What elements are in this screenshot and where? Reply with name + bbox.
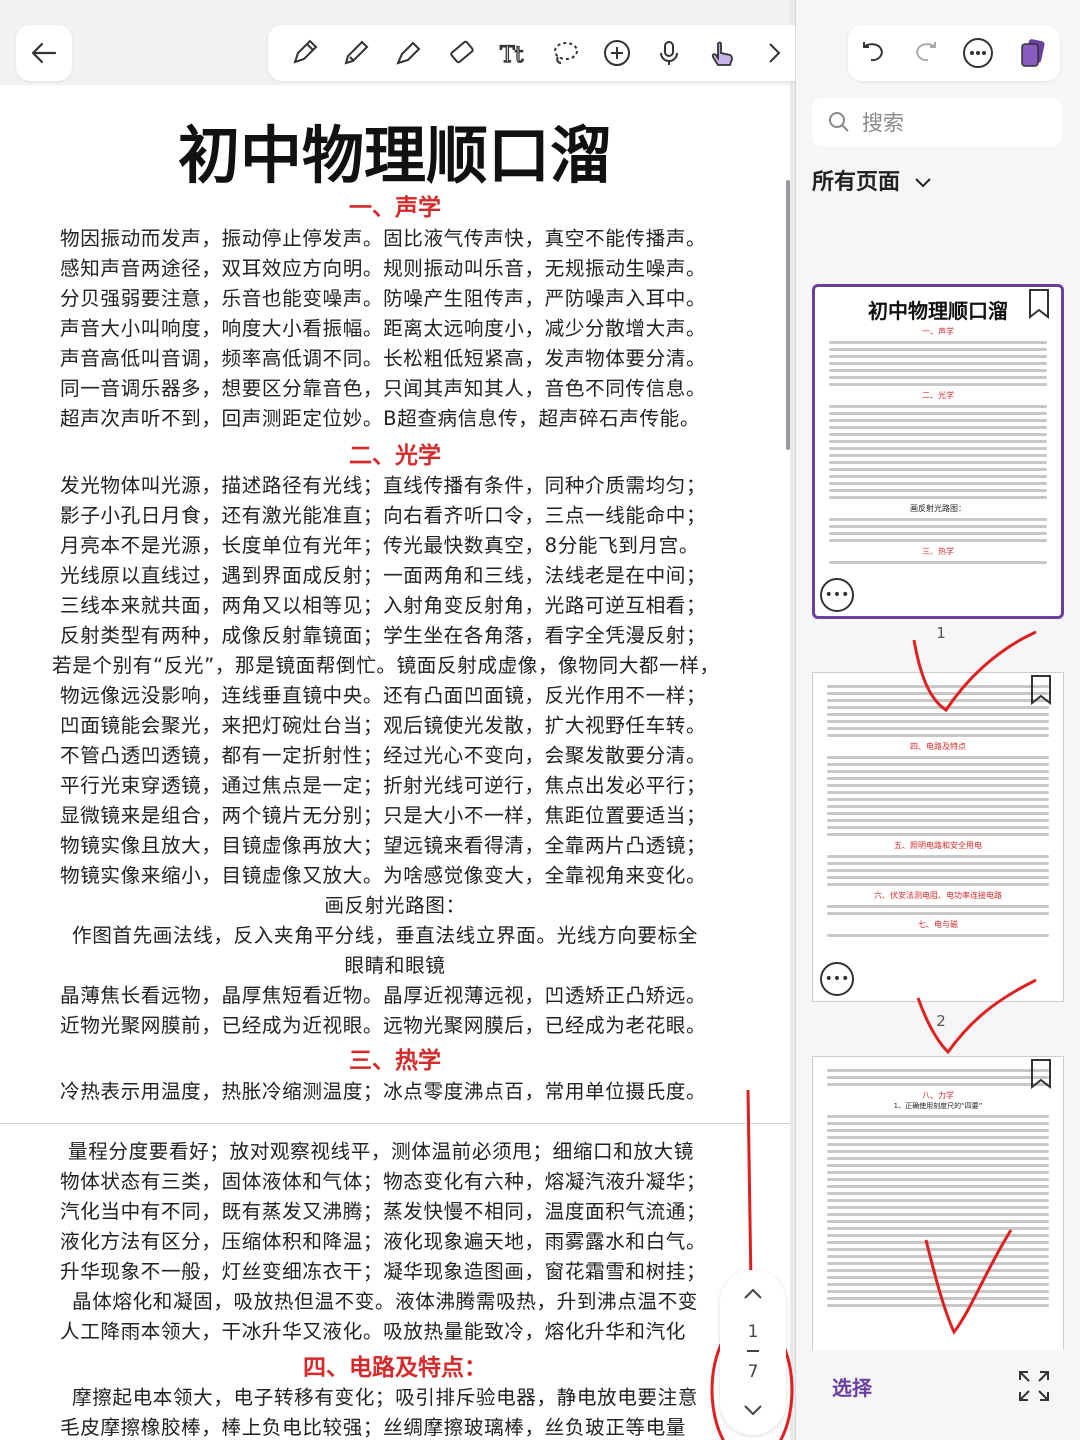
chevron-down-icon [914, 178, 931, 188]
back-button[interactable] [16, 25, 72, 81]
microphone-icon[interactable] [649, 33, 689, 73]
thumbnail-caption: 画反射光路图： [910, 504, 966, 513]
page-separator [0, 1123, 790, 1124]
text-line: 近物光聚网膜前，已经成为近视眼。远物光聚网膜后，已经成为老花眼。 [60, 1014, 707, 1037]
text-line: 晶体熔化和凝固，吸放热但温不变。液体沸腾需吸热，升到沸点温不变 [72, 1290, 699, 1313]
section-heading: 二、光学 [349, 443, 441, 469]
search-input[interactable]: 搜索 [812, 98, 1062, 146]
text-line: 凹面镜能会聚光，来把灯碗灶台当；观后镜使光发散，扩大视野任车转。 [60, 714, 707, 737]
redo-icon[interactable] [911, 39, 939, 67]
pencil-icon[interactable] [336, 33, 376, 73]
page-divider [747, 1350, 759, 1352]
text-line: 感知声音两途径，双耳效应方向明。规则振动叫乐音，无规振动生噪声。 [60, 257, 707, 280]
select-button[interactable]: 选择 [832, 1372, 872, 1401]
text-line: 若是个别有“反光”，那是镜面帮倒忙。镜面反射成虚像，像物同大都一样， [52, 654, 720, 677]
text-line: 物因振动而发声，振动停止停发声。固比液气传声快，真空不能传播声。 [60, 227, 707, 250]
thumbnail-heading: 二、光学 [922, 391, 954, 400]
text-line: 人工降雨本领大，干冰升华又液化。吸放热量能致冷，熔化升华和汽化 [60, 1320, 687, 1343]
search-placeholder: 搜索 [862, 111, 904, 135]
text-line: 分贝强弱要注意，乐音也能变噪声。防噪产生阻传声，严防噪声入耳中。 [60, 287, 707, 310]
current-page-number: 1 [747, 1322, 759, 1342]
text-line: 同一音调乐器多，想要区分靠音色，只闻其声知其人，音色不同传信息。 [60, 377, 707, 400]
bookmark-icon[interactable] [1027, 289, 1051, 319]
text-line: 摩擦起电本领大，电子转移有变化；吸引排斥验电器，静电放电要注意 [72, 1386, 699, 1409]
text-line: 物镜实像来缩小，目镜虚像又放大。为啥感觉像变大，全靠视角来变化。 [60, 864, 707, 887]
text-line: 冷热表示用温度，热胀冷缩测温度；冰点零度沸点百，常用单位摄氏度。 [60, 1080, 707, 1103]
add-icon[interactable] [597, 33, 637, 73]
pages-view-icon[interactable] [1017, 37, 1049, 69]
chevron-right-icon[interactable] [754, 33, 794, 73]
page-thumbnail-1[interactable]: 初中物理顺口溜 一、声学 二、光学 画反射光路图： 三、热学 [812, 284, 1064, 619]
text-line: 物体状态有三类，固体液体和气体；物态变化有六种，熔凝汽液升凝华； [60, 1170, 707, 1193]
sidebar-footer: 选择 [796, 1350, 1080, 1440]
text-line: 物远像远没影响，连线垂直镜中央。还有凸面凹面镜，反光作用不一样； [60, 684, 707, 707]
text-line: 声音高低叫音调，频率高低调不同。长松粗低短紧高，发声物体要分清。 [60, 347, 707, 370]
text-line: 声音大小叫响度，响度大小看振幅。距离太远响度小，减少分散增大声。 [60, 317, 707, 340]
text-line: 不管凸透凹透镜，都有一定折射性；经过光心不变向，会聚发散要分清。 [60, 744, 707, 767]
page-sidebar: 搜索 所有页面 初中物理顺口溜 一、声学 二、光学 画反射光路图： 三、热学 •… [795, 0, 1080, 1440]
total-page-number: 7 [747, 1362, 759, 1382]
text-line: 眼睛和眼镜 [344, 954, 446, 977]
touch-hand-icon[interactable] [702, 33, 742, 73]
page-navigator: 1 7 [720, 1270, 786, 1435]
all-pages-dropdown[interactable]: 所有页面 [812, 164, 932, 196]
page-options-button[interactable]: ••• [820, 962, 854, 996]
thumbnail-heading: 三、热学 [922, 547, 954, 556]
document-title: 初中物理顺口溜 [177, 119, 612, 192]
section-heading: 一、声学 [349, 195, 441, 221]
text-line: 影子小孔日月食，还有激光能准直；向右看齐听口令，三点一线能命中； [60, 504, 707, 527]
chevron-up-icon[interactable] [743, 1286, 763, 1300]
svg-text:Tt: Tt [500, 43, 524, 68]
thumbnail-heading: 一、声学 [922, 327, 954, 336]
page-options-button[interactable]: ••• [820, 578, 854, 612]
text-line: 画反射光路图： [324, 894, 466, 917]
thumbnail-title: 初中物理顺口溜 [868, 299, 1008, 323]
sidebar-toolbar [848, 25, 1060, 81]
search-icon [829, 112, 849, 132]
all-pages-label: 所有页面 [812, 170, 901, 195]
arrow-left-icon [31, 42, 57, 64]
text-line: 量程分度要看好；放对观察视线平，测体温前必须甩；细缩口和放大镜 [68, 1140, 695, 1163]
text-line: 反射类型有两种，成像反射靠镜面；学生坐在各角落，看字全凭漫反射； [60, 624, 707, 647]
undo-icon[interactable] [860, 39, 888, 67]
text-line: 液化方法有区分，压缩体积和降温；液化现象遍天地，雨雾露水和白气。 [60, 1230, 707, 1253]
drawing-toolbox: Tt [268, 25, 810, 81]
text-tool-icon[interactable]: Tt [493, 33, 533, 73]
text-line: 升华现象不一般，灯丝变细冻衣干；凝华现象造图画，窗花霜雪和树挂； [60, 1260, 707, 1283]
chevron-down-icon[interactable] [743, 1404, 763, 1418]
text-line: 超声次声听不到，回声测距定位妙。B超查病信息传，超声碎石声传能。 [60, 407, 701, 430]
eraser-icon[interactable] [441, 33, 481, 73]
text-line: 物镜实像且放大，目镜虚像再放大；望远镜来看得清，全靠两片凸透镜； [60, 834, 707, 857]
lasso-icon[interactable] [545, 33, 585, 73]
highlighter-icon[interactable] [388, 33, 428, 73]
text-line: 毛皮摩擦橡胶棒，棒上负电比较强；丝绸摩擦玻璃棒，丝负玻正等电量 [60, 1416, 687, 1439]
text-line: 汽化当中有不同，既有蒸发又沸腾；蒸发快慢不相同，温度面积气流通； [60, 1200, 707, 1223]
more-options-icon[interactable] [962, 37, 994, 69]
pen-icon[interactable] [284, 33, 324, 73]
text-line: 显微镜来是组合，两个镜片无分别；只是大小不一样，焦距位置要适当； [60, 804, 707, 827]
text-line: 光线原以直线过，遇到界面成反射；一面两角和三线，法线老是在中间； [60, 564, 707, 587]
pen-annotation-checks [912, 630, 1037, 1335]
section-heading: 三、热学 [349, 1048, 441, 1074]
text-line: 发光物体叫光源，描述路径有光线；直线传播有条件，同种介质需均匀； [60, 474, 707, 497]
text-line: 三线本来就共面，两角又以相等见；入射角变反射角，光路可逆互相看； [60, 594, 707, 617]
text-line: 作图首先画法线，反入夹角平分线，垂直法线立界面。光线方向要标全 [72, 924, 699, 947]
text-line: 晶薄焦长看远物，晶厚焦短看近物。晶厚近视薄远视，凹透矫正凸矫远。 [60, 984, 707, 1007]
text-line: 平行光束穿透镜，通过焦点是一定；折射光线可逆行，焦点出发必平行； [60, 774, 707, 797]
section-heading: 四、电路及特点： [303, 1355, 487, 1381]
text-line: 月亮本不是光源，长度单位有光年；传光最快数真空，8分能飞到月宫。 [60, 534, 700, 557]
expand-icon[interactable] [1016, 1368, 1052, 1404]
